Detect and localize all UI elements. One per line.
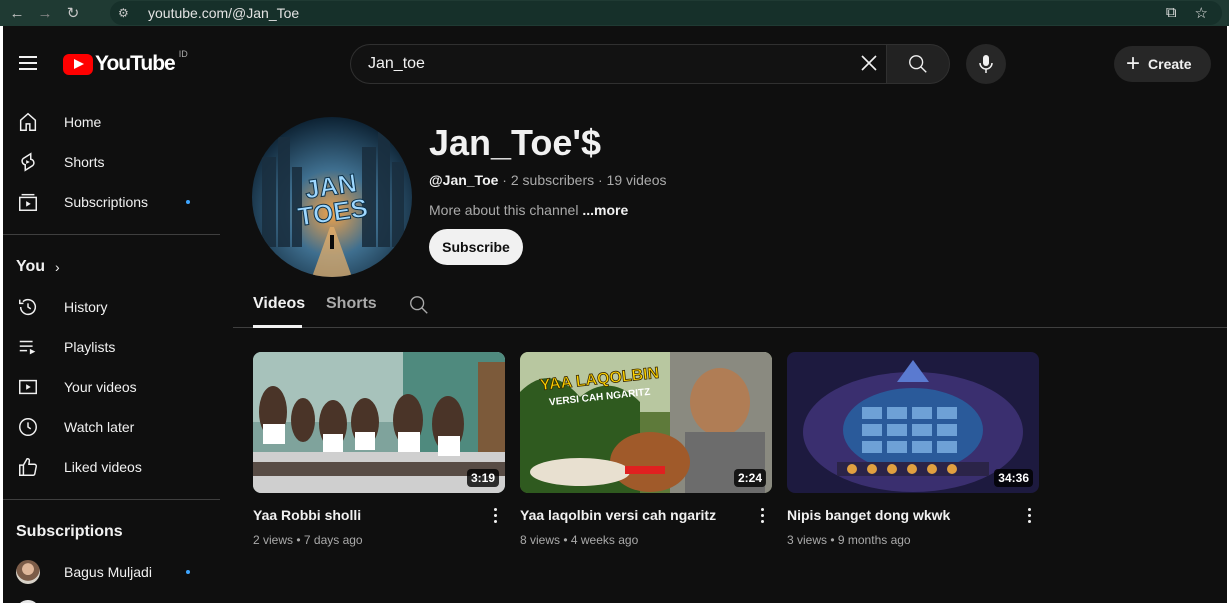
video-metadata: 2 views • 7 days ago	[253, 533, 363, 547]
playlists-icon	[16, 335, 40, 359]
video-duration: 34:36	[994, 469, 1033, 487]
sidebar-item-shorts[interactable]: Shorts	[3, 142, 221, 182]
sidebar-item-label: History	[64, 299, 108, 315]
url-text: youtube.com/@Jan_Toe	[148, 5, 300, 21]
sidebar-section-you[interactable]: You ›	[3, 247, 221, 287]
sidebar-item-history[interactable]: History	[3, 287, 221, 327]
tab-videos[interactable]: Videos	[253, 295, 305, 313]
subscriptions-icon	[16, 190, 40, 214]
more-link[interactable]: ...more	[582, 202, 628, 218]
sidebar-item-playlists[interactable]: Playlists	[3, 327, 221, 367]
site-settings-icon[interactable]: ⚙	[118, 6, 136, 20]
sidebar-item-home[interactable]: Home	[3, 102, 221, 142]
sidebar-item-label: Your videos	[64, 379, 137, 395]
channel-avatar[interactable]: JAN TOES	[252, 117, 412, 277]
video-title[interactable]: Yaa Robbi sholli	[253, 507, 361, 523]
history-icon	[16, 295, 40, 319]
logo-text: YouTube	[95, 52, 176, 75]
bookmark-star-icon[interactable]: ☆	[1195, 4, 1208, 22]
watch-later-icon	[16, 415, 40, 439]
search-bar	[350, 44, 950, 84]
shorts-icon	[16, 150, 40, 174]
sidebar-item-label: Home	[64, 114, 102, 130]
sidebar-section-subscriptions: Subscriptions	[3, 512, 221, 552]
video-metadata: 8 views • 4 weeks ago	[520, 533, 639, 547]
sidebar-item-label: Subscriptions	[64, 194, 149, 210]
microphone-icon	[979, 55, 993, 73]
sidebar-item-subscription[interactable]	[3, 592, 221, 603]
menu-icon[interactable]	[19, 56, 37, 70]
sidebar-item-liked-videos[interactable]: Liked videos	[3, 447, 221, 487]
search-icon	[909, 55, 927, 73]
plus-icon: +	[1126, 50, 1141, 77]
chevron-right-icon: ›	[55, 259, 60, 275]
video-title[interactable]: Yaa laqolbin versi cah ngaritz	[520, 507, 716, 523]
reload-icon[interactable]: ↻	[62, 2, 84, 24]
sidebar-item-subscription[interactable]: Bagus Muljadi	[3, 552, 221, 592]
your-videos-icon	[16, 375, 40, 399]
forward-arrow-icon[interactable]: →	[34, 2, 56, 24]
video-duration: 2:24	[733, 469, 766, 487]
tab-shorts[interactable]: Shorts	[326, 295, 377, 313]
video-card[interactable]: YAA LAQOLBIN VERSI CAH NGARITZ 2:24 Yaa …	[520, 352, 772, 547]
create-label: Create	[1148, 56, 1192, 72]
sidebar-item-label: Shorts	[64, 154, 105, 170]
channel-name: Jan_Toe'$	[429, 122, 601, 163]
clear-search-icon[interactable]	[858, 53, 880, 75]
active-tab-indicator	[253, 325, 302, 328]
video-card[interactable]: 34:36 Nipis banget dong wkwk 3 views • 9…	[787, 352, 1039, 547]
thumbs-up-icon	[16, 455, 40, 479]
channel-tabs: Videos Shorts	[233, 290, 1227, 328]
sidebar-divider	[3, 499, 220, 500]
video-thumbnail[interactable]: 34:36	[787, 352, 1039, 493]
subscriptions-heading: Subscriptions	[16, 523, 123, 540]
about-text: More about this channel	[429, 202, 583, 218]
create-button[interactable]: + Create	[1114, 46, 1211, 82]
sidebar-item-watch-later[interactable]: Watch later	[3, 407, 221, 447]
voice-search-button[interactable]	[966, 44, 1006, 84]
channel-handle: @Jan_Toe	[429, 172, 499, 188]
video-thumbnail[interactable]: YAA LAQOLBIN VERSI CAH NGARITZ 2:24	[520, 352, 772, 493]
sidebar-item-label: Playlists	[64, 339, 116, 355]
sidebar-item-your-videos[interactable]: Your videos	[3, 367, 221, 407]
more-vert-icon[interactable]	[758, 507, 766, 525]
channel-meta: @Jan_Toe · 2 subscribers · 19 videos	[429, 172, 667, 188]
search-icon[interactable]	[408, 294, 430, 321]
video-duration: 3:19	[466, 469, 499, 487]
channel-about-link[interactable]: More about this channel ...more	[429, 202, 628, 218]
guide-sidebar: Home Shorts Subscriptions You › History …	[3, 102, 221, 603]
video-metadata: 3 views • 9 months ago	[787, 533, 911, 547]
sidebar-item-subscriptions[interactable]: Subscriptions	[3, 182, 221, 222]
sidebar-divider	[3, 234, 220, 235]
search-button[interactable]	[886, 44, 950, 84]
sidebar-item-label: Liked videos	[64, 459, 142, 475]
you-heading: You	[16, 258, 46, 275]
address-bar[interactable]: ⚙ youtube.com/@Jan_Toe ⧉ ☆	[110, 1, 1222, 25]
back-arrow-icon[interactable]: ←	[6, 2, 28, 24]
subscribe-button[interactable]: Subscribe	[429, 229, 523, 265]
sidebar-item-label: Watch later	[64, 419, 135, 435]
youtube-logo[interactable]: YouTube ID	[63, 49, 188, 76]
search-input[interactable]	[350, 44, 886, 84]
more-vert-icon[interactable]	[1025, 507, 1033, 525]
video-thumbnail[interactable]: 3:19	[253, 352, 505, 493]
masthead: YouTube ID + Create	[3, 26, 1227, 102]
video-card[interactable]: 3:19 Yaa Robbi sholli 2 views • 7 days a…	[253, 352, 505, 547]
browser-toolbar: ← → ↻ ⚙ youtube.com/@Jan_Toe ⧉ ☆	[0, 0, 1229, 26]
sidebar-item-label: Bagus Muljadi	[64, 564, 152, 580]
channel-stats: · 2 subscribers · 19 videos	[498, 172, 667, 188]
new-content-dot	[186, 570, 190, 574]
avatar	[16, 560, 40, 584]
install-app-icon[interactable]: ⧉	[1166, 4, 1177, 22]
video-title[interactable]: Nipis banget dong wkwk	[787, 507, 950, 523]
youtube-play-icon	[63, 53, 93, 75]
home-icon	[16, 110, 40, 134]
new-content-dot	[186, 200, 190, 204]
region-code: ID	[178, 49, 188, 59]
more-vert-icon[interactable]	[491, 507, 499, 525]
